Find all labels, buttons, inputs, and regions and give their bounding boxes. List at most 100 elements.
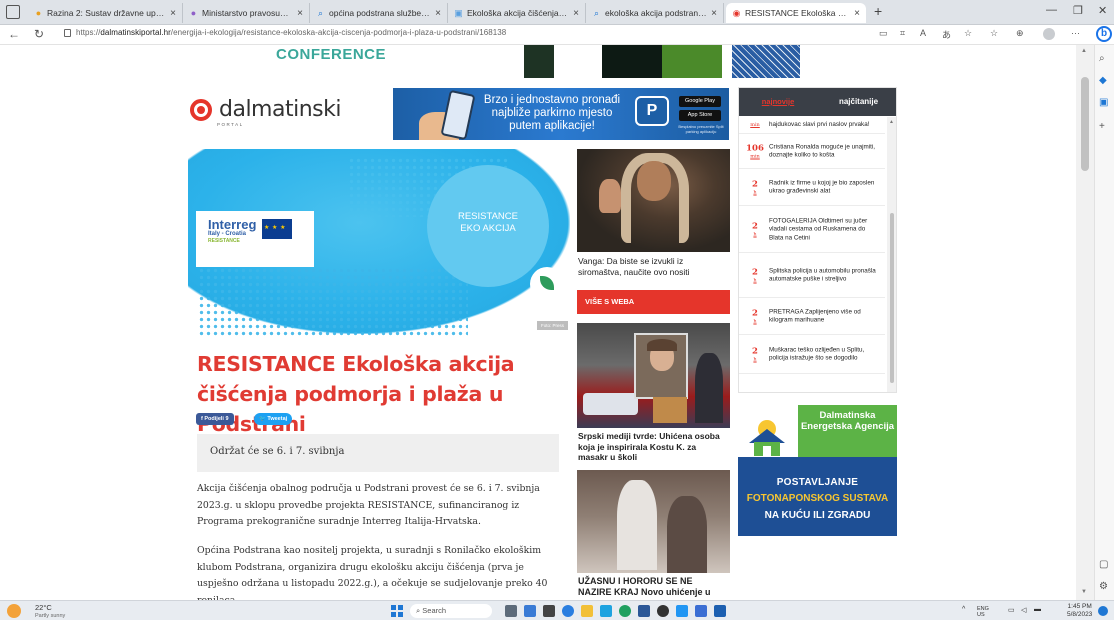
volume-icon[interactable]: ◁: [1021, 606, 1026, 614]
weather-widget[interactable]: 22°C Partly sunny: [35, 604, 65, 620]
weather-temp: 22°C: [35, 603, 52, 612]
edge-browser-icon[interactable]: [562, 605, 574, 617]
news-caption[interactable]: Srpski mediji tvrde: Uhićena osoba koja …: [578, 431, 728, 463]
settings-icon[interactable]: ⚙: [1099, 581, 1108, 592]
taskbar-search[interactable]: ⌕ Search: [410, 604, 492, 618]
news-headline: Radnik iz firme u kojoj je bio zaposlen …: [769, 179, 875, 195]
display-icon[interactable]: ▭: [1008, 606, 1015, 614]
bing-chat-icon[interactable]: b: [1096, 26, 1112, 42]
lock-icon[interactable]: [64, 29, 71, 37]
favorites-icon[interactable]: ☆: [990, 28, 998, 39]
browser-tab[interactable]: ⌕ ekološka akcija podstrana - Sea ×: [586, 3, 724, 23]
collections-icon[interactable]: ⊕: [1016, 28, 1024, 39]
url-field[interactable]: https://dalmatinskiportal.hr/energija-i-…: [76, 28, 506, 37]
app-icon[interactable]: [657, 605, 669, 617]
close-tab-icon[interactable]: ×: [170, 8, 176, 19]
scroll-up-icon[interactable]: ▲: [1081, 48, 1087, 54]
news-image[interactable]: [577, 470, 730, 573]
minimize-icon[interactable]: —: [1046, 4, 1057, 16]
file-explorer-icon[interactable]: [581, 605, 593, 617]
app-icon[interactable]: [695, 605, 707, 617]
new-tab-icon[interactable]: +: [874, 3, 882, 19]
clock[interactable]: 1:45 PM 5/8/2023: [1067, 603, 1092, 619]
language-indicator[interactable]: ENG US: [977, 606, 989, 618]
scroll-down-icon[interactable]: ▼: [1081, 589, 1087, 595]
news-item[interactable]: 2h PRETRAGA Zaplijenjeno više od kilogra…: [739, 299, 885, 335]
news-item[interactable]: 2h Splitska policija u automobilu pronaš…: [739, 254, 885, 298]
app-icon[interactable]: [714, 605, 726, 617]
restore-icon[interactable]: ❐: [1073, 4, 1083, 17]
energy-agency-ad[interactable]: Dalmatinska Energetska Agencija POSTAVLJ…: [738, 405, 897, 536]
more-icon[interactable]: ···: [1071, 28, 1080, 38]
news-item[interactable]: min hajdukovac slavi prvi naslov prvaka!: [739, 116, 885, 134]
close-tab-icon[interactable]: ×: [297, 8, 303, 19]
shopping-icon[interactable]: ◆: [1099, 75, 1107, 86]
tab-favicon-icon: ▣: [454, 7, 463, 18]
app-icon[interactable]: [619, 605, 631, 617]
twitter-share-button[interactable]: 🐦 Tweetaj: [254, 413, 293, 425]
news-scrollbar-thumb[interactable]: [890, 213, 894, 383]
app-store-badge[interactable]: App Store: [679, 110, 721, 121]
notification-icon[interactable]: [1098, 606, 1108, 616]
favorite-icon[interactable]: ☆: [964, 28, 972, 39]
apps-icon[interactable]: ⌗: [900, 28, 905, 39]
browser-tab[interactable]: ● Ministarstvo pravosuđa - Državn ×: [183, 3, 310, 23]
image-shape: [695, 353, 723, 423]
news-time: 2h: [745, 180, 765, 196]
tab-title: Ministarstvo pravosuđa - Državn: [202, 8, 293, 18]
promo-image[interactable]: [577, 149, 730, 252]
profile-avatar[interactable]: [1043, 28, 1055, 40]
read-aloud-icon[interactable]: A: [920, 28, 926, 38]
start-icon[interactable]: [391, 605, 403, 617]
task-view-icon[interactable]: [505, 605, 517, 617]
google-play-badge[interactable]: Google Play: [679, 96, 721, 107]
news-caption[interactable]: UŽASNU I HORORU SE NE NAZIRE KRAJ Novo u…: [578, 576, 728, 597]
battery-icon[interactable]: ▬: [1034, 606, 1041, 613]
page-scrollbar[interactable]: ▲ ▼: [1076, 45, 1094, 600]
close-tab-icon[interactable]: ×: [435, 8, 441, 19]
add-sidebar-icon[interactable]: +: [1099, 121, 1105, 132]
news-time-unit: h: [753, 356, 757, 362]
news-scrollbar[interactable]: ▲: [887, 117, 896, 392]
translate-icon[interactable]: あ: [942, 28, 951, 41]
sidebar-layout-icon[interactable]: ▢: [1099, 559, 1108, 570]
news-item[interactable]: 2h FOTOGALERIJA Oldtimeri su jučer vlada…: [739, 207, 885, 253]
tab-most-read[interactable]: najčitanije: [819, 88, 896, 116]
tray-chevron-icon[interactable]: ^: [962, 606, 965, 613]
browser-tab[interactable]: ▣ Ekološka akcija čišćenja podmo ×: [448, 3, 586, 23]
news-item[interactable]: 2h Muškarac teško ozlijeđen u Splitu, po…: [739, 336, 885, 374]
news-image[interactable]: [577, 323, 730, 428]
app-icon[interactable]: [638, 605, 650, 617]
site-logo[interactable]: dalmatinski PORTAL: [190, 97, 341, 127]
close-tab-icon[interactable]: ×: [573, 8, 579, 19]
news-item[interactable]: 2h Radnik iz firme u kojoj je bio zaposl…: [739, 170, 885, 206]
browser-tab-active[interactable]: ◉ RESISTANCE Ekološka akcija čišć ×: [726, 3, 866, 23]
browser-tab[interactable]: ⌕ općina podstrana službene - Sea ×: [310, 3, 448, 23]
reader-view-icon[interactable]: ▭: [879, 28, 888, 39]
page-scrollbar-thumb[interactable]: [1081, 77, 1089, 171]
tab-favicon-icon: ●: [35, 7, 42, 18]
promo-caption[interactable]: Vanga: Da biste se izvukli iz siromaštva…: [578, 256, 728, 278]
search-icon[interactable]: ⌕: [1099, 53, 1105, 64]
app-icon[interactable]: [600, 605, 612, 617]
browser-tab[interactable]: ● Razina 2: Sustav državne uprave ×: [28, 3, 183, 23]
scroll-up-icon[interactable]: ▲: [889, 119, 894, 125]
news-item[interactable]: 106 min Cristiana Ronalda moguće je unajm…: [739, 135, 885, 169]
close-tab-icon[interactable]: ×: [854, 8, 860, 19]
close-tab-icon[interactable]: ×: [711, 8, 717, 19]
office-icon[interactable]: ▣: [1099, 97, 1108, 108]
tab-actions-icon[interactable]: [6, 5, 20, 19]
parking-app-ad[interactable]: Brzo i jednostavno pronađi najbliže park…: [393, 88, 729, 140]
back-icon[interactable]: ←: [8, 27, 20, 41]
facebook-share-button[interactable]: f Podijeli 9: [196, 413, 234, 425]
weather-icon[interactable]: [7, 604, 21, 618]
app-icon[interactable]: [676, 605, 688, 617]
conference-banner-ad[interactable]: CONFERENCE: [262, 45, 800, 78]
image-shape: [617, 480, 657, 570]
refresh-icon[interactable]: ↻: [34, 27, 44, 41]
news-time-unit: h: [753, 231, 757, 237]
app-icon[interactable]: [543, 605, 555, 617]
close-window-icon[interactable]: ✕: [1098, 4, 1107, 17]
widgets-icon[interactable]: [524, 605, 536, 617]
tab-latest[interactable]: najnovije: [739, 88, 817, 116]
